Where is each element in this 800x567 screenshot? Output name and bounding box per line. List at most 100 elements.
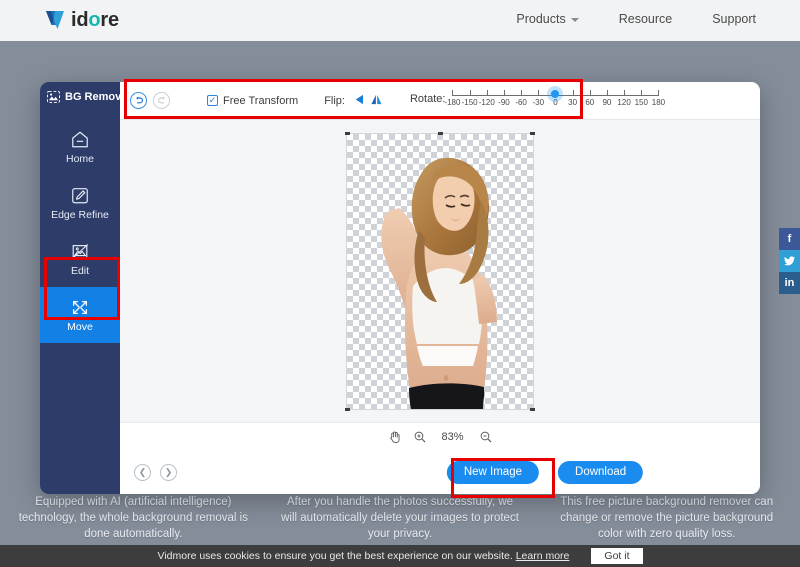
sidebar-item-edit[interactable]: Edit: [40, 231, 120, 287]
nav-label: Products: [516, 12, 566, 26]
redo-icon[interactable]: [153, 92, 170, 109]
slider-tick-label: -30: [532, 97, 545, 107]
slider-tick-label: -90: [498, 97, 510, 107]
sidebar-item-move[interactable]: Move: [40, 287, 120, 343]
zoom-out-glyph: [480, 431, 491, 442]
zoom-in-icon[interactable]: [414, 431, 426, 443]
nav-label: Resource: [618, 12, 673, 26]
sidebar-title: BG Remover: [40, 82, 132, 103]
home-icon: [72, 131, 88, 147]
free-transform-control[interactable]: ✓ Free Transform: [207, 95, 298, 107]
flip-label: Flip:: [324, 94, 345, 107]
rotate-slider[interactable]: -180 -150 -120 -90 -60 -30 0 30 60 90 120 150 180: [444, 88, 665, 114]
facebook-icon[interactable]: f: [779, 228, 800, 250]
slider-tick: [452, 89, 454, 96]
selection-handle[interactable]: [438, 131, 443, 135]
slider-tick: [589, 89, 591, 96]
cookie-message-wrap: Vidmore uses cookies to ensure you get t…: [158, 550, 570, 562]
model-photo-illustration: [381, 157, 497, 409]
bg-remover-icon: [47, 91, 60, 103]
image-pager: ❮ ❯: [134, 463, 177, 481]
slider-tick-label: 30: [568, 97, 578, 107]
sidebar-item-edge-refine[interactable]: Edge Refine: [40, 175, 120, 231]
site-logo[interactable]: idore: [44, 8, 119, 32]
cookie-accept-button[interactable]: Got it: [591, 548, 643, 564]
free-transform-checkbox[interactable]: ✓: [207, 95, 218, 106]
twitter-icon[interactable]: [779, 250, 800, 272]
chevron-down-icon: [570, 18, 579, 22]
flip-horizontal-icon[interactable]: [351, 92, 364, 110]
slider-tick-label: -60: [515, 97, 527, 107]
sidebar-items: Home Edge Refine Edit Move: [40, 119, 120, 343]
sidebar-item-label: Move: [67, 320, 93, 333]
undo-icon[interactable]: [130, 92, 147, 109]
page-root: idore Products Resource Support Equipped…: [0, 0, 800, 567]
nav-item-support[interactable]: Support: [712, 12, 756, 26]
slider-tick-label: -120: [478, 97, 495, 107]
linkedin-icon[interactable]: in: [779, 272, 800, 294]
cookie-learn-more-link[interactable]: Learn more: [516, 550, 570, 562]
social-share-rail: f in: [779, 228, 800, 294]
redo-glyph: [157, 96, 165, 104]
cookie-message: Vidmore uses cookies to ensure you get t…: [157, 550, 513, 562]
bg-remover-app: BG Remover Home Edge Refine Edit Move ✓ …: [40, 82, 760, 494]
slider-tick: [658, 89, 660, 96]
slider-tick: [486, 89, 488, 96]
flip-vertical-icon[interactable]: [370, 92, 383, 110]
rotate-label: Rotate:: [409, 92, 446, 105]
slider-tick-label: 180: [651, 97, 666, 107]
selection-handle[interactable]: [345, 131, 350, 135]
main-nav: Products Resource Support: [516, 12, 756, 26]
next-arrow-icon[interactable]: ❯: [160, 463, 177, 481]
selection-handle[interactable]: [530, 407, 535, 411]
vidmore-logo-icon: [46, 11, 64, 29]
slider-tick-label: 0: [553, 97, 558, 107]
selection-handle[interactable]: [345, 407, 350, 411]
sidebar-item-label: Edge Refine: [51, 208, 109, 221]
app-workspace: ✓ Free Transform Flip: Rotate: -180 -150…: [120, 82, 760, 494]
zoom-out-icon[interactable]: [480, 431, 492, 443]
slider-tick: [624, 89, 626, 96]
sidebar-item-label: Home: [65, 152, 94, 165]
flip-horizontal-glyph: [355, 94, 363, 104]
app-sidebar: BG Remover Home Edge Refine Edit Move: [40, 82, 132, 494]
prev-arrow-icon[interactable]: ❮: [134, 463, 151, 481]
image-canvas[interactable]: [120, 120, 760, 422]
slider-tick-label: 60: [585, 97, 595, 107]
undo-glyph: [135, 96, 143, 104]
subject-photo: [347, 134, 533, 409]
nav-label: Support: [712, 12, 756, 26]
zoom-level-value: 83%: [441, 430, 464, 443]
slider-tick: [503, 89, 505, 96]
rotate-slider-knob[interactable]: [551, 90, 560, 98]
hand-tool-icon[interactable]: [389, 431, 400, 443]
editor-toolbar: ✓ Free Transform Flip: Rotate: -180 -150…: [120, 82, 760, 120]
hand-glyph: [389, 431, 400, 443]
sidebar-item-home[interactable]: Home: [40, 119, 120, 175]
site-header: idore Products Resource Support: [0, 0, 800, 41]
cookie-banner: Vidmore uses cookies to ensure you get t…: [0, 545, 800, 567]
nav-item-products[interactable]: Products: [516, 12, 579, 26]
slider-tick: [572, 89, 574, 96]
flip-vertical-glyph: [371, 94, 382, 104]
free-transform-label: Free Transform: [223, 94, 299, 107]
slider-tick: [606, 89, 608, 96]
edit-image-icon: [71, 243, 89, 259]
download-button[interactable]: Download: [558, 460, 644, 484]
new-image-button[interactable]: New Image: [446, 460, 540, 484]
nav-item-resource[interactable]: Resource: [619, 12, 673, 26]
slider-tick-label: 90: [602, 97, 612, 107]
slider-tick: [641, 89, 643, 96]
slider-tick-label: -150: [461, 97, 478, 107]
move-icon: [73, 300, 87, 314]
slider-tick: [521, 89, 523, 96]
slider-tick: [469, 89, 471, 96]
image-selection-frame[interactable]: [345, 131, 535, 411]
sidebar-item-label: Edit: [70, 264, 90, 277]
selection-handle[interactable]: [530, 131, 535, 135]
slider-tick: [538, 89, 540, 96]
slider-tick-label: -180: [444, 97, 461, 107]
slider-tick-label: 120: [617, 97, 631, 107]
flip-control: Flip:: [324, 92, 383, 110]
zoom-in-glyph: [414, 431, 425, 442]
